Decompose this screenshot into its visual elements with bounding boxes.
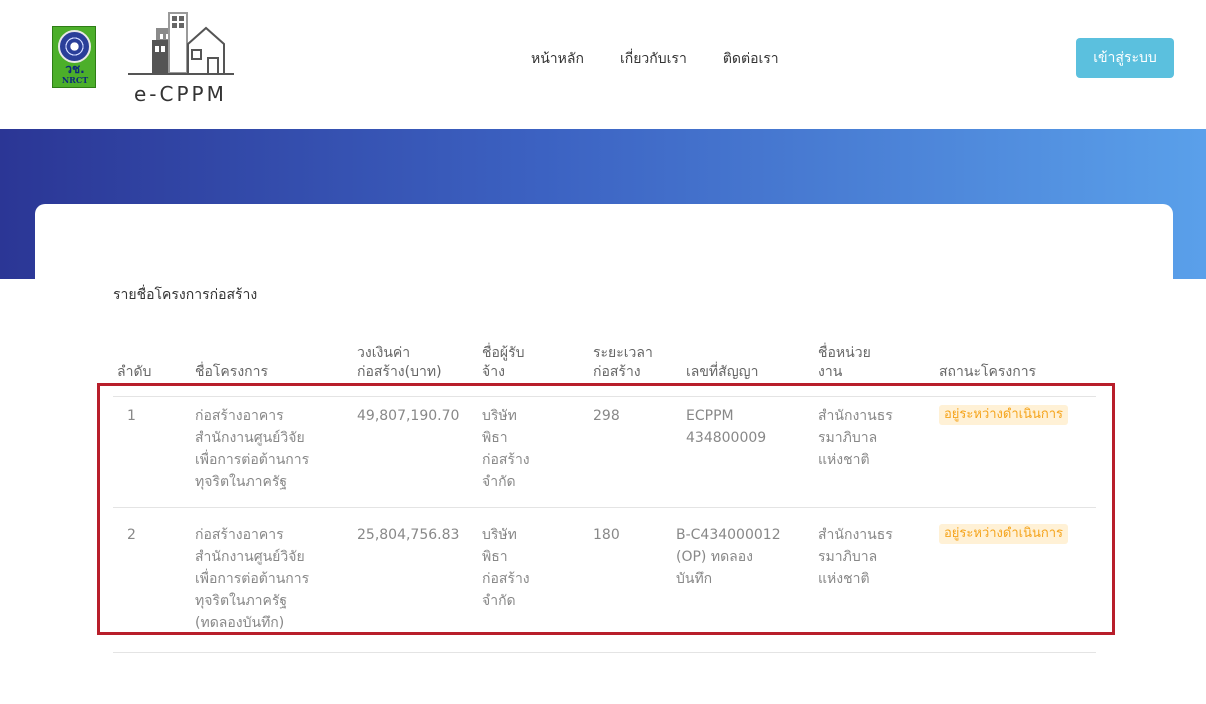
main-nav: หน้าหลัก เกี่ยวกับเรา ติดต่อเรา (531, 48, 779, 70)
column-header-contract-no: เลขที่สัญญา (686, 364, 759, 380)
cell-duration: 180 (593, 527, 620, 543)
cell-status: อยู่ระหว่างดำเนินการ (939, 405, 1069, 425)
column-header-no: ลำดับ (117, 364, 152, 380)
cell-agency: สำนักงานธร รมาภิบาล แห่งชาติ (818, 408, 893, 468)
login-button[interactable]: เข้าสู่ระบบ (1076, 38, 1174, 78)
buildings-icon (128, 12, 234, 75)
table-row[interactable]: 1 ก่อสร้างอาคาร สำนักงานศูนย์วิจัย เพื่อ… (113, 396, 1096, 508)
nrct-logo-abbr-en: NRCT (61, 75, 89, 85)
cell-contractor: บริษัท พิธา ก่อสร้าง จำกัด (482, 527, 530, 609)
cell-agency: สำนักงานธร รมาภิบาล แห่งชาติ (818, 527, 893, 587)
cell-project-name[interactable]: ก่อสร้างอาคาร สำนักงานศูนย์วิจัย เพื่อกา… (195, 524, 309, 634)
cell-budget: 49,807,190.70 (357, 408, 460, 424)
brand-name: e-CPPM (134, 82, 227, 106)
table-row[interactable]: 2 ก่อสร้างอาคาร สำนักงานศูนย์วิจัย เพื่อ… (113, 518, 1096, 638)
cell-contractor: บริษัท พิธา ก่อสร้าง จำกัด (482, 408, 530, 490)
cell-no: 2 (127, 527, 136, 543)
table-header: ลำดับ ชื่อโครงการ วงเงินค่า ก่อสร้าง(บาท… (113, 330, 1096, 384)
cell-status: อยู่ระหว่างดำเนินการ (939, 524, 1069, 544)
column-header-contractor: ชื่อผู้รับ จ้าง (482, 345, 525, 380)
dharma-wheel-icon (58, 30, 91, 63)
site-header: วช. NRCT e-CPPM หน้าหลัก เกี่ยวกับเรา ติ… (0, 0, 1206, 129)
table-bottom-divider (113, 652, 1096, 653)
nav-about[interactable]: เกี่ยวกับเรา (620, 48, 687, 70)
cell-contract-no: B-C434000012 (OP) ทดลอง บันทึก (676, 527, 781, 587)
column-header-duration: ระยะเวลา ก่อสร้าง (593, 345, 653, 380)
nav-home[interactable]: หน้าหลัก (531, 48, 584, 70)
cell-budget: 25,804,756.83 (357, 527, 460, 543)
nrct-logo-abbr: วช. (65, 62, 85, 76)
status-badge: อยู่ระหว่างดำเนินการ (939, 524, 1069, 544)
cell-no: 1 (127, 408, 136, 424)
project-list-title: รายชื่อโครงการก่อสร้าง (113, 287, 258, 303)
column-header-name: ชื่อโครงการ (195, 364, 269, 380)
cell-contract-no: ECPPM 434800009 (686, 408, 767, 446)
status-badge: อยู่ระหว่างดำเนินการ (939, 405, 1069, 425)
ecppm-logo[interactable]: e-CPPM (122, 10, 238, 106)
nav-contact[interactable]: ติดต่อเรา (723, 48, 779, 70)
column-header-budget: วงเงินค่า ก่อสร้าง(บาท) (357, 345, 442, 380)
column-header-status: สถานะโครงการ (939, 364, 1037, 380)
nrct-logo[interactable]: วช. NRCT (52, 26, 96, 88)
cell-duration: 298 (593, 408, 620, 424)
cell-project-name[interactable]: ก่อสร้างอาคาร สำนักงานศูนย์วิจัย เพื่อกา… (195, 405, 309, 493)
column-header-agency: ชื่อหน่วย งาน (818, 345, 871, 380)
